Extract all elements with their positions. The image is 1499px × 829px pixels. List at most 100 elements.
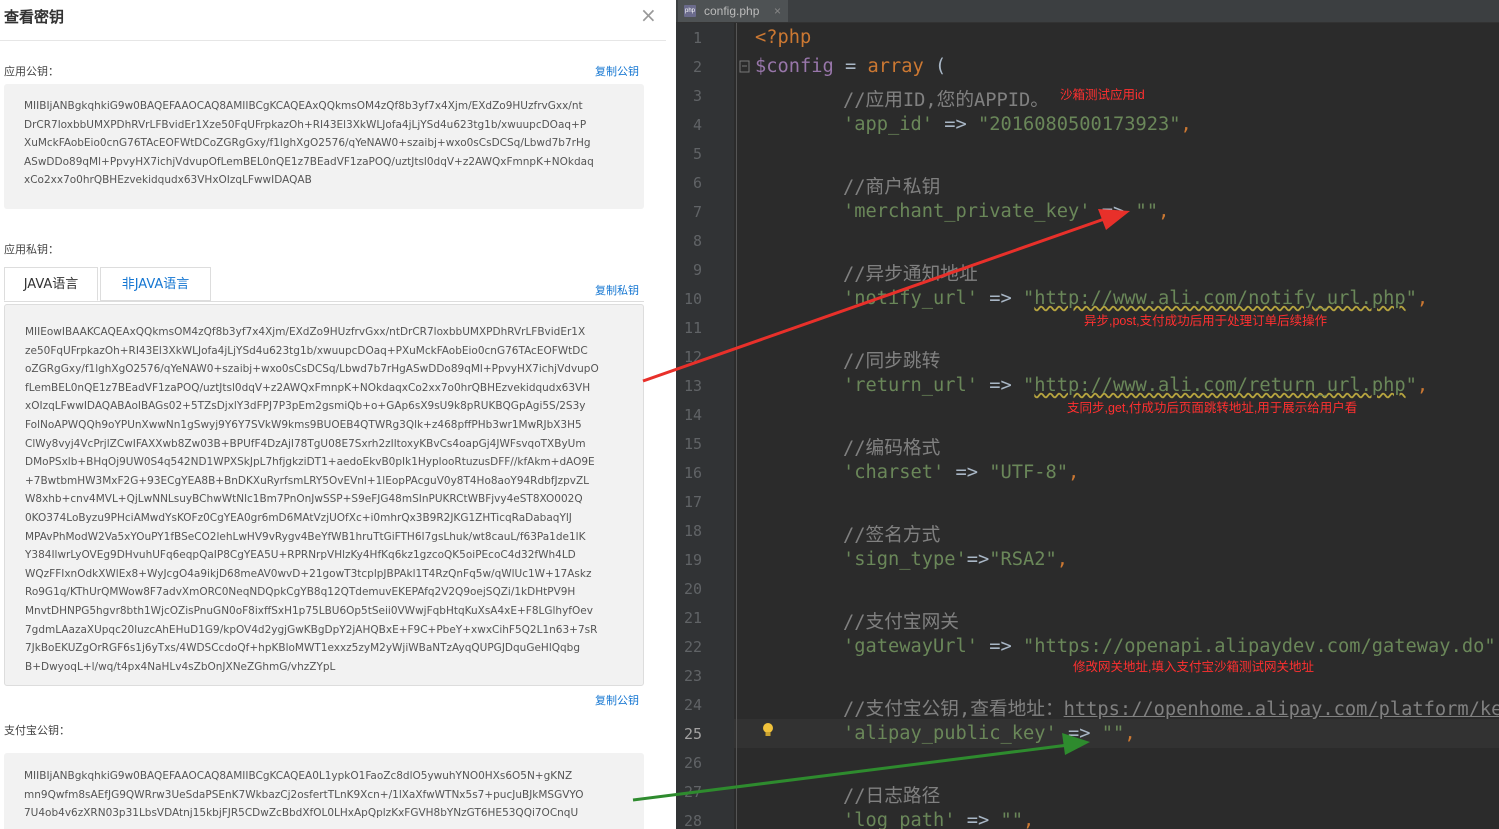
- key-line: FolNoAPWQQh9oYPUnXwwNn1gSwyj9Y6Y7SVkW9km…: [25, 418, 582, 431]
- comment-appid: //应用ID,您的APPID。: [843, 90, 1049, 111]
- copy-public-key-button-2[interactable]: 复制公钥: [595, 692, 639, 708]
- key-line: fLemBEL0nQE1z7BEadVF1zaPOQ/uztJtsl0dqV+z…: [25, 381, 591, 394]
- line-number: 17: [683, 493, 702, 511]
- code-line-28: 'log_path' => "",: [843, 810, 1034, 829]
- code-line-25: 'alipay_public_key' => "",: [843, 723, 1136, 744]
- comment-sign-type: //签名方式: [843, 525, 941, 546]
- key-line: 7JkBoEKUZgOrRGF6s1j6yTxs/4WDSCcdoQf+hpKB…: [25, 642, 580, 655]
- line-number: 24: [683, 696, 702, 714]
- comment-notify: //异步通知地址: [843, 264, 978, 285]
- comma: ,: [1124, 723, 1136, 744]
- value-return-url: http://www.ali.com/return_url.php: [1034, 375, 1406, 396]
- app-public-key-label: 应用公钥：: [4, 65, 59, 78]
- key-return-url: 'return_url': [843, 375, 979, 396]
- arrow-op: =>: [1056, 723, 1102, 744]
- annotation-return: 支同步,get,付成功后页面跳转地址,用于展示给用户看: [1067, 401, 1358, 415]
- line-number: 22: [683, 638, 702, 656]
- alipay-key-url-link[interactable]: https://openhome.alipay.com/platform/ke: [1064, 699, 1499, 720]
- code-line-13: 'return_url' => "http://www.ali.com/retu…: [843, 375, 1428, 396]
- value-charset: "UTF-8": [989, 462, 1069, 483]
- code-line-3: //应用ID,您的APPID。: [843, 85, 1049, 112]
- line-number: 18: [683, 522, 702, 540]
- code-line-21: //支付宝网关: [843, 607, 959, 634]
- code-editor: php config.php × 1 2 3 4 5 6 7 8 9 10 11 12 13 14 15 16…: [676, 0, 1499, 829]
- key-app-id: 'app_id': [843, 114, 934, 135]
- key-line: MIIEowIBAAKCAQEAxQQkmsOM4zQf8b3yf7x4Xjm/…: [25, 326, 586, 338]
- close-tab-icon[interactable]: ×: [774, 0, 781, 22]
- line-number: 8: [692, 232, 702, 250]
- key-line: ASwDDo89qMl+PpvyHX7ichjVdvupOfLemBEL0nQE…: [24, 155, 594, 168]
- comma: ,: [1416, 375, 1429, 396]
- line-number: 11: [683, 319, 702, 337]
- comment-log-path: //日志路径: [843, 786, 941, 807]
- value-merchant-private-key: "": [1135, 201, 1159, 222]
- key-line: MIIBIjANBgkqhkiG9w0BAQEFAAOCAQ8AMIIBCgKC…: [24, 770, 573, 782]
- arrow-op: =>: [944, 462, 990, 483]
- annotation-appid: 沙箱测试应用id: [1060, 88, 1145, 102]
- config-variable: $config: [755, 56, 834, 77]
- comma: ,: [1158, 201, 1170, 222]
- comment-charset: //编码格式: [843, 438, 941, 459]
- line-number: 1: [692, 29, 702, 47]
- line-number: 14: [683, 406, 702, 424]
- dialog-title: 查看密钥: [4, 8, 65, 26]
- fold-icon[interactable]: [739, 60, 751, 74]
- key-line: Ro9G1q/KThUrQMWow8F7advXmORC0NeqNDQpkCgY…: [25, 586, 576, 599]
- annotation-notify: 异步,post,支付成功后用于处理订单后续操作: [1084, 314, 1328, 328]
- comma: ,: [1180, 114, 1192, 135]
- line-number: 15: [683, 435, 702, 453]
- key-line: +7BwtbmHW3MxF2G+93ECgYEA8B+BnDKXuRyrfsmL…: [25, 474, 590, 487]
- value-log-path: "": [1000, 810, 1024, 829]
- quote: ": [1023, 375, 1035, 396]
- arrow-op: =>: [955, 810, 1001, 829]
- key-line: W8xhb+cnv4MVL+QjLwNNLsuyBChwWtNlc1Bm7PnO…: [25, 493, 583, 506]
- quote: ": [1405, 375, 1417, 396]
- key-line: xCo2xx7o0hrQBHEzvekidqudx63VHxOIzqLFwwID…: [24, 174, 312, 187]
- file-tab-config[interactable]: php config.php ×: [678, 0, 788, 22]
- key-log-path: 'log_path': [843, 810, 956, 829]
- code-line-6: //商户私钥: [843, 172, 940, 199]
- value-sign-type: "RSA2": [989, 549, 1057, 570]
- key-line: 0KO374LoByzu9PHciAMwdYsKOFz0CgYEA0gr6mD6…: [25, 511, 572, 524]
- tab-non-java[interactable]: 非JAVA语言: [100, 267, 211, 301]
- key-line: ClWy8vyj4VcPrjlZCwIFAXXwb8Zw03B+BPUfF4Dz…: [25, 437, 586, 450]
- gutter-divider: [736, 23, 737, 829]
- key-line: 7gdmLAazaXUpqc20luzcAhEHuD1G9/kpOV4d2ygj…: [25, 623, 598, 636]
- close-icon[interactable]: ×: [640, 3, 657, 27]
- app-private-key-box: MIIEowIBAAKCAQEAxQQkmsOM4zQf8b3yf7x4Xjm/…: [4, 304, 644, 686]
- arrow-op: =>: [933, 114, 979, 135]
- arrow-op: =>: [978, 288, 1024, 309]
- line-number: 6: [692, 174, 702, 192]
- php-file-icon: php: [684, 5, 696, 17]
- code-line-27: //日志路径: [843, 781, 940, 808]
- tab-java[interactable]: JAVA语言: [4, 267, 98, 301]
- key-line: XuMckFAobEio0cnG76TAcEOFWtDCoZGRgGxy/f1l…: [24, 137, 591, 150]
- comma: ,: [1068, 462, 1080, 483]
- quote: ": [1023, 288, 1035, 309]
- line-number: 20: [683, 580, 702, 598]
- line-number: 3: [692, 87, 702, 105]
- comment-alipay-key: //支付宝公钥,查看地址：: [843, 699, 1064, 720]
- array-keyword: array: [867, 56, 924, 77]
- code-line-16: 'charset' => "UTF-8",: [843, 462, 1079, 483]
- line-number: 4: [692, 116, 702, 134]
- code-line-10: 'notify_url' => "http://www.ali.com/noti…: [843, 288, 1428, 309]
- key-charset: 'charset': [843, 462, 945, 483]
- code-line-1: <?php: [755, 27, 811, 48]
- key-alipay-public-key: 'alipay_public_key': [843, 723, 1057, 744]
- code-line-19: 'sign_type'=>"RSA2",: [843, 549, 1068, 570]
- line-number: 9: [692, 261, 702, 279]
- copy-private-key-button[interactable]: 复制私钥: [595, 282, 639, 298]
- line-number: 12: [683, 348, 702, 366]
- key-sign-type: 'sign_type': [843, 549, 967, 570]
- line-number: 2: [692, 58, 702, 76]
- comma: ,: [1496, 636, 1499, 657]
- key-line: mn9Qwfm8sAEfJG9QWRrw3UeSdaPSEnK7WkbazCj2…: [24, 788, 584, 801]
- line-number: 27: [683, 783, 702, 801]
- lightbulb-icon[interactable]: [762, 722, 774, 738]
- comma: ,: [1416, 288, 1429, 309]
- copy-public-key-button[interactable]: 复制公钥: [595, 63, 639, 79]
- arrow-op: =>: [1090, 201, 1136, 222]
- code-line-12: //同步跳转: [843, 346, 940, 373]
- operator: =: [833, 56, 868, 77]
